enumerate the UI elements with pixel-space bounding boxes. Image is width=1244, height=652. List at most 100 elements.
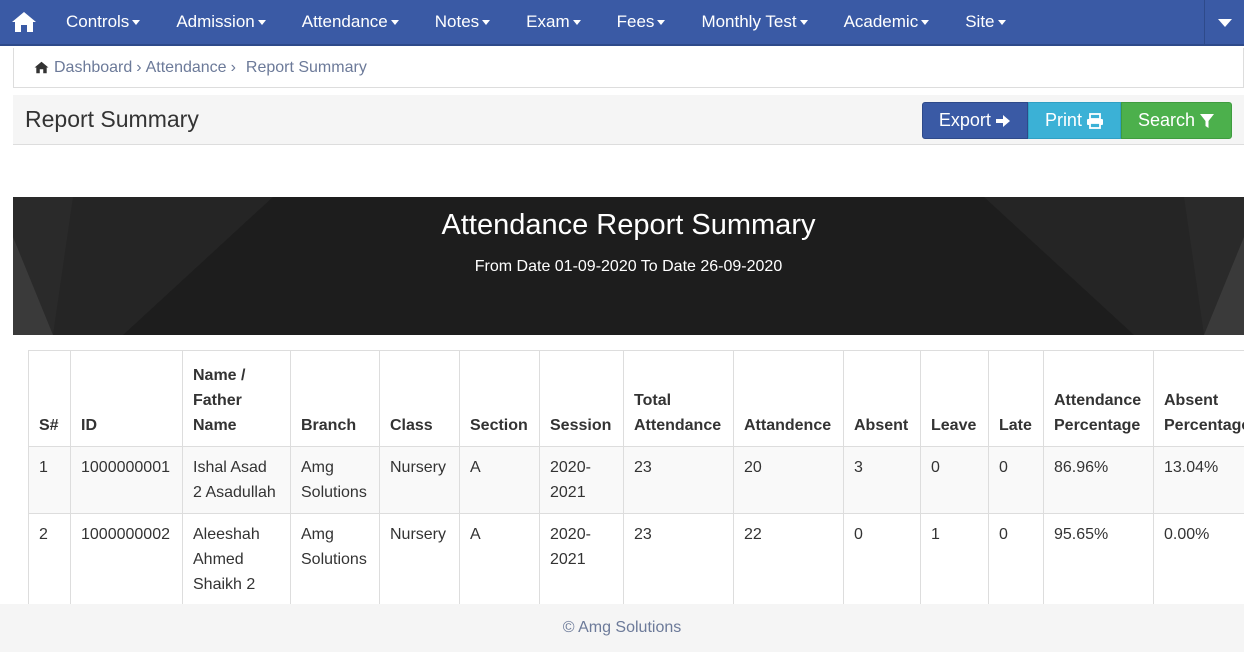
home-icon	[34, 61, 49, 74]
table-cell: 86.96%	[1043, 446, 1154, 514]
nav-fees-label: Fees	[616, 12, 655, 31]
top-navbar: Controls Admission Attendance Notes Exam…	[0, 0, 1244, 46]
breadcrumb-attendance[interactable]: Attendance	[146, 59, 227, 77]
column-header: Absent Percentage	[1153, 350, 1244, 447]
footer-copyright: © Amg Solutions	[562, 619, 682, 636]
print-button[interactable]: Print	[1027, 102, 1121, 139]
export-button-label: Export	[938, 110, 991, 130]
caret-down-icon	[482, 19, 491, 25]
footer: © Amg Solutions	[0, 604, 1244, 652]
column-header: Name / Father Name	[182, 350, 291, 447]
breadcrumb: Dashboard › Attendance › Report Summary	[13, 48, 1244, 88]
caret-down-icon	[257, 19, 266, 25]
nav-fees[interactable]: Fees	[617, 0, 684, 45]
caret-down-icon	[997, 19, 1006, 25]
user-menu-toggle[interactable]	[1204, 0, 1244, 46]
nav-academic-label: Academic	[843, 12, 919, 31]
filter-icon	[1200, 113, 1214, 128]
home-link[interactable]	[0, 0, 48, 45]
caret-down-icon	[390, 19, 399, 25]
nav-notes-label: Notes	[434, 12, 480, 31]
action-buttons: Export Print Search	[921, 102, 1232, 139]
export-button[interactable]: Export	[921, 102, 1028, 139]
report-table: S# ID Name / Father Name Branch Class Se…	[28, 350, 1244, 604]
report-table-wrapper[interactable]: S# ID Name / Father Name Branch Class Se…	[28, 350, 1244, 604]
nav-site[interactable]: Site	[965, 0, 1023, 45]
nav-academic[interactable]: Academic	[844, 0, 948, 45]
caret-down-icon	[572, 19, 581, 25]
caret-down-icon	[132, 19, 141, 25]
table-row: 2 1000000002 Aleeshah Ahmed Shaikh 2 Amg…	[28, 513, 1244, 604]
print-icon	[1086, 112, 1103, 129]
table-cell: 1	[28, 446, 71, 514]
column-header: S#	[28, 350, 71, 447]
breadcrumb-dashboard[interactable]: Dashboard	[54, 59, 132, 77]
table-cell: Amg Solutions	[290, 513, 380, 604]
table-cell: 1000000002	[70, 513, 183, 604]
table-cell: 23	[623, 446, 734, 514]
home-icon	[12, 12, 36, 32]
table-cell: Amg Solutions	[290, 446, 380, 514]
nav-exam-label: Exam	[526, 12, 570, 31]
arrow-right-icon	[995, 114, 1010, 127]
breadcrumb-separator: ›	[230, 58, 236, 76]
nav-monthly-test-label: Monthly Test	[701, 12, 797, 31]
table-cell: 0	[843, 513, 921, 604]
table-cell: 0	[920, 446, 989, 514]
column-header: Absent	[843, 350, 921, 447]
table-cell: 0	[988, 446, 1044, 514]
breadcrumb-current: Report Summary	[245, 58, 367, 76]
search-button-label: Search	[1137, 110, 1195, 130]
caret-down-icon	[1217, 19, 1232, 27]
column-header: Branch	[290, 350, 380, 447]
nav-exam[interactable]: Exam	[526, 0, 598, 45]
nav-admission[interactable]: Admission	[176, 0, 283, 45]
nav-monthly-test[interactable]: Monthly Test	[701, 0, 825, 45]
table-cell: 95.65%	[1043, 513, 1154, 604]
nav-attendance-label: Attendance	[301, 12, 388, 31]
table-cell: 0.00%	[1153, 513, 1244, 604]
table-cell: 2020-2021	[539, 446, 624, 514]
report-date-range: From Date 01-09-2020 To Date 26-09-2020	[474, 258, 783, 275]
nav-notes[interactable]: Notes	[435, 0, 508, 45]
nav-attendance[interactable]: Attendance	[302, 0, 417, 45]
table-cell: 22	[733, 513, 844, 604]
column-header: Class	[379, 350, 460, 447]
table-header-row: S# ID Name / Father Name Branch Class Se…	[28, 350, 1244, 447]
table-cell: 2	[28, 513, 71, 604]
column-header: Total Attendance	[623, 350, 734, 447]
caret-down-icon	[921, 19, 930, 25]
table-cell: Nursery	[379, 446, 460, 514]
search-button[interactable]: Search	[1120, 102, 1232, 139]
table-cell: A	[459, 513, 540, 604]
table-row: 1 1000000001 Ishal Asad 2 Asadullah Amg …	[28, 446, 1244, 514]
column-header: Attendance Percentage	[1043, 350, 1154, 447]
table-cell: Nursery	[379, 513, 460, 604]
column-header: Session	[539, 350, 624, 447]
nav-site-label: Site	[965, 12, 995, 31]
nav-controls[interactable]: Controls	[66, 0, 158, 45]
table-cell: 13.04%	[1153, 446, 1244, 514]
table-cell: 20	[733, 446, 844, 514]
column-header: Late	[988, 350, 1044, 447]
table-cell: 1	[920, 513, 989, 604]
column-header: Leave	[920, 350, 989, 447]
table-cell: 3	[843, 446, 921, 514]
report-banner: Attendance Report Summary From Date 01-0…	[13, 197, 1244, 335]
table-cell: 0	[988, 513, 1044, 604]
page-title: Report Summary	[25, 106, 199, 132]
caret-down-icon	[657, 19, 666, 25]
column-header: ID	[70, 350, 183, 447]
column-header: Attandence	[733, 350, 844, 447]
print-button-label: Print	[1044, 110, 1082, 130]
table-cell: Ishal Asad 2 Asadullah	[182, 446, 291, 514]
caret-down-icon	[799, 19, 808, 25]
breadcrumb-separator: ›	[136, 58, 142, 76]
table-cell: Aleeshah Ahmed Shaikh 2	[182, 513, 291, 604]
table-cell: A	[459, 446, 540, 514]
nav-controls-label: Controls	[66, 12, 130, 31]
panel-header: Report Summary Export Print Search	[13, 95, 1244, 145]
table-cell: 1000000001	[70, 446, 183, 514]
report-title: Attendance Report Summary	[441, 209, 816, 241]
table-cell: 2020-2021	[539, 513, 624, 604]
